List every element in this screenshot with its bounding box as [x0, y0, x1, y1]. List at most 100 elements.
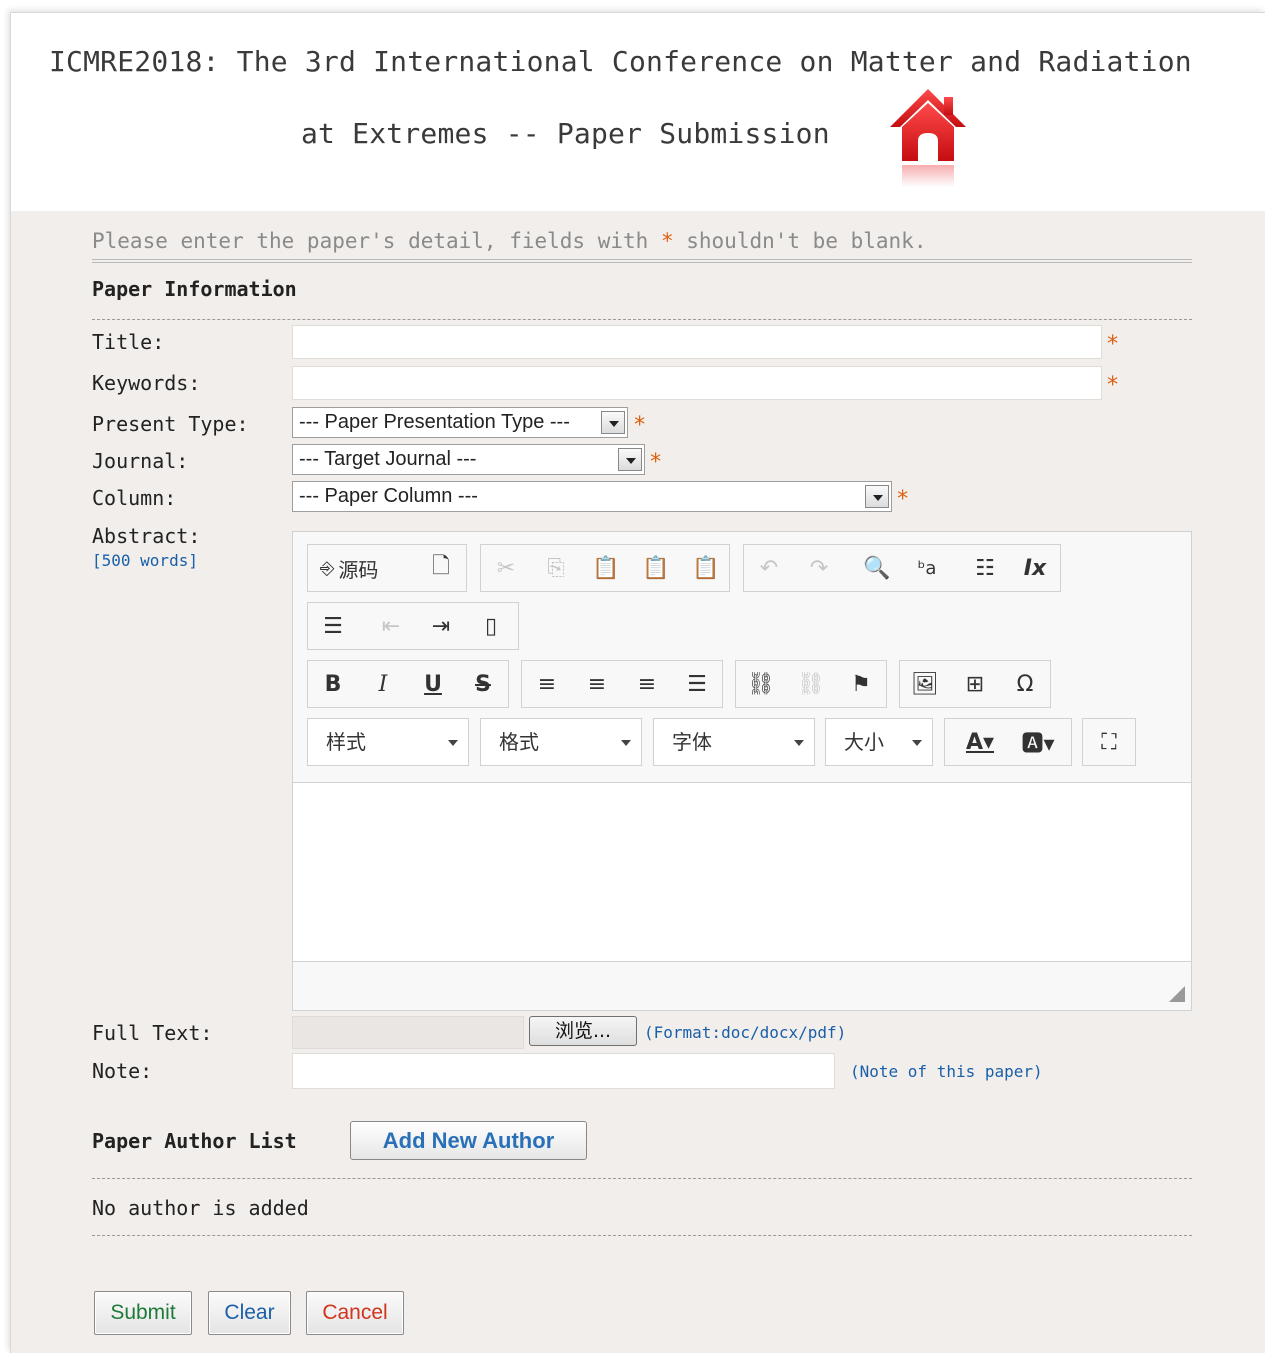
dropdown-arrow-icon[interactable] [618, 448, 642, 471]
paste-icon[interactable]: 📋 [585, 545, 627, 591]
column-label: Column: [92, 486, 177, 510]
intro-text-end: shouldn't be blank. [673, 229, 927, 253]
source-icon: ⎆ [320, 557, 335, 579]
preview-icon[interactable]: 🗋 [420, 545, 462, 591]
bulleted-list-icon[interactable]: ☰ [312, 603, 354, 649]
maximize-icon[interactable]: ⛶ [1088, 719, 1130, 765]
paste-word-icon[interactable]: 📋 [685, 545, 727, 591]
author-list-top-divider [92, 1178, 1192, 1179]
clear-button[interactable]: Clear [208, 1291, 291, 1335]
column-required-star: * [896, 487, 910, 512]
redo-icon[interactable]: ↷ [798, 545, 840, 591]
link-icon[interactable]: ⛓ [740, 661, 782, 707]
required-star: * [660, 229, 674, 253]
source-label: 源码 [338, 557, 379, 582]
paper-author-list-heading: Paper Author List [92, 1129, 297, 1153]
title-input[interactable] [292, 325, 1102, 359]
special-char-icon[interactable]: Ω [1004, 661, 1046, 707]
bg-color-icon[interactable]: 🅰▾ [1011, 719, 1065, 765]
align-right-icon[interactable]: ≡ [626, 661, 668, 707]
journal-select[interactable]: --- Target Journal --- [292, 444, 645, 475]
copy-icon[interactable]: ⎘ [535, 545, 577, 591]
present-type-required-star: * [633, 413, 647, 438]
page-frame: ICMRE2018: The 3rd International Confere… [10, 12, 1265, 1353]
replace-icon[interactable]: ᵇa [906, 545, 948, 591]
size-combo[interactable]: 大小 [825, 718, 933, 766]
toolbar-tools-group: ⛶ [1082, 718, 1136, 766]
source-button[interactable]: ⎆ 源码 [312, 545, 386, 591]
font-combo[interactable]: 字体 [653, 718, 815, 766]
chevron-down-icon [448, 740, 458, 746]
toolbar-basicstyles-group: B I U S [307, 660, 509, 708]
table-icon[interactable]: ⊞ [954, 661, 996, 707]
styles-combo[interactable]: 样式 [307, 718, 469, 766]
journal-required-star: * [649, 450, 663, 475]
journal-value: --- Target Journal --- [299, 448, 477, 470]
size-combo-label: 大小 [844, 730, 884, 754]
toolbar-editing-group: ↶ ↷ 🔍 ᵇa ☷ Ix [743, 544, 1061, 592]
toolbar-insert-group: 🖼 ⊞ Ω [899, 660, 1051, 708]
intro-text-start: Please enter the paper's detail, fields … [92, 229, 661, 253]
toolbar-document-group: ⎆ 源码 🗋 [307, 544, 467, 592]
toolbar-paragraph-group: ☰ ⇤ ⇥ ▯ [307, 602, 519, 650]
italic-icon[interactable]: I [362, 661, 404, 707]
title-label: Title: [92, 330, 165, 354]
journal-label: Journal: [92, 449, 189, 473]
unlink-icon[interactable]: ⛓ [790, 661, 832, 707]
note-input[interactable] [292, 1053, 835, 1089]
column-value: --- Paper Column --- [299, 485, 478, 507]
undo-icon[interactable]: ↶ [748, 545, 790, 591]
keywords-input[interactable] [292, 366, 1102, 400]
dropdown-arrow-icon[interactable] [601, 411, 625, 434]
page-title-line-2: at Extremes -- Paper Submission [301, 117, 830, 150]
remove-format-icon[interactable]: Ix [1014, 545, 1056, 591]
paste-text-icon[interactable]: 📋 [635, 545, 677, 591]
paper-information-heading: Paper Information [92, 277, 297, 301]
chevron-down-icon [794, 740, 804, 746]
image-icon[interactable]: 🖼 [904, 661, 946, 707]
rich-text-editor: ⎆ 源码 🗋 ✂ ⎘ 📋 📋 📋 ↶ ↷ 🔍 ᵇa ☷ Ix ☰ ⇤ ⇥ ▯ B… [292, 531, 1192, 1011]
bold-icon[interactable]: B [312, 661, 354, 707]
format-combo[interactable]: 格式 [480, 718, 642, 766]
cut-icon[interactable]: ✂ [485, 545, 527, 591]
note-label: Note: [92, 1059, 153, 1083]
anchor-icon[interactable]: ⚑ [840, 661, 882, 707]
present-type-value: --- Paper Presentation Type --- [299, 411, 570, 433]
title-required-star: * [1106, 332, 1120, 357]
justify-icon[interactable]: ☰ [676, 661, 718, 707]
cancel-button[interactable]: Cancel [306, 1291, 404, 1335]
page-header: ICMRE2018: The 3rd International Confere… [11, 13, 1265, 211]
outdent-icon[interactable]: ⇤ [370, 603, 412, 649]
home-icon[interactable] [888, 87, 968, 193]
indent-icon[interactable]: ⇥ [420, 603, 462, 649]
editor-content-area[interactable] [293, 782, 1191, 962]
section-divider [92, 319, 1192, 320]
resize-handle[interactable] [1169, 986, 1185, 1002]
add-new-author-button[interactable]: Add New Author [350, 1121, 587, 1160]
present-type-label: Present Type: [92, 412, 249, 436]
align-center-icon[interactable]: ≡ [576, 661, 618, 707]
submit-button[interactable]: Submit [94, 1291, 192, 1335]
underline-icon[interactable]: U [412, 661, 454, 707]
full-text-format-hint: (Format:doc/docx/pdf) [644, 1023, 847, 1042]
present-type-select[interactable]: --- Paper Presentation Type --- [292, 407, 628, 438]
abstract-word-limit: [500 words] [92, 551, 198, 570]
keywords-required-star: * [1106, 373, 1120, 398]
toolbar-links-group: ⛓ ⛓ ⚑ [735, 660, 887, 708]
toolbar-align-group: ≡ ≡ ≡ ☰ [521, 660, 723, 708]
create-div-icon[interactable]: ▯ [470, 603, 512, 649]
browse-button[interactable]: 浏览... [529, 1016, 637, 1046]
full-text-file-field[interactable] [292, 1016, 524, 1049]
font-combo-label: 字体 [672, 730, 712, 754]
full-text-label: Full Text: [92, 1021, 213, 1045]
strikethrough-icon[interactable]: S [462, 661, 504, 707]
keywords-label: Keywords: [92, 371, 201, 395]
dropdown-arrow-icon[interactable] [865, 485, 889, 508]
select-all-icon[interactable]: ☷ [964, 545, 1006, 591]
find-icon[interactable]: 🔍 [856, 545, 898, 591]
format-combo-label: 格式 [499, 730, 539, 754]
align-left-icon[interactable]: ≡ [526, 661, 568, 707]
toolbar-colors-group: A▾ 🅰▾ [944, 718, 1072, 766]
text-color-icon[interactable]: A▾ [953, 719, 1007, 765]
column-select[interactable]: --- Paper Column --- [292, 481, 892, 512]
